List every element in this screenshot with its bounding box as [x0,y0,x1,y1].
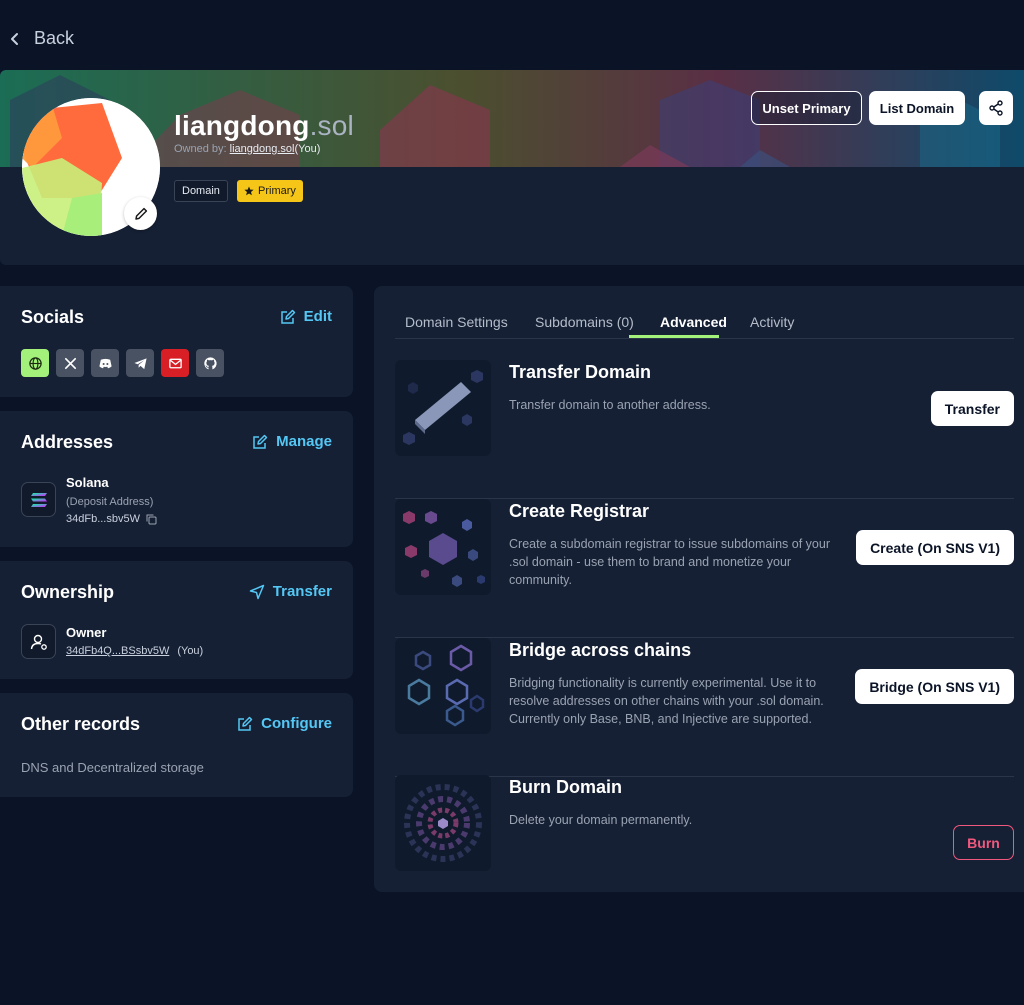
addresses-card: Addresses Manage Solana (Deposit Address… [0,411,353,547]
send-icon [249,584,265,599]
transfer-domain-description: Transfer domain to another address. [509,398,711,412]
back-button[interactable]: Back [8,28,74,49]
other-records-description: DNS and Decentralized storage [21,760,204,775]
domain-name: liangdong [174,110,310,141]
tab-activity[interactable]: Activity [750,314,794,330]
owned-by-you: (You) [294,143,321,155]
pencil-icon [134,207,147,220]
burn-domain-title: Burn Domain [509,777,623,797]
domain-tag: Domain [174,180,228,202]
create-registrar-title: Create Registrar [509,501,650,521]
owned-by: Owned by: liangdong.sol(You) [174,143,320,155]
back-label: Back [34,28,75,48]
ownership-title: Ownership [21,582,115,602]
owner-link[interactable]: liangdong.sol [230,143,295,155]
socials-edit-button[interactable]: Edit [280,308,332,325]
other-records-configure-button[interactable]: Configure [237,715,332,732]
owner-role: Owner [66,625,107,640]
github-link[interactable] [196,349,224,377]
star-icon [244,186,254,196]
ownership-card: Ownership Transfer Owner 34dFb4Q...BSsbv… [0,561,353,679]
edit-icon [238,716,253,731]
address-label: (Deposit Address) [66,496,154,508]
registrar-illustration [395,499,491,595]
primary-tag: Primary [237,180,303,202]
discord-link[interactable] [91,349,119,377]
addresses-title: Addresses [21,432,114,452]
edit-avatar-button[interactable] [124,197,157,230]
addresses-manage-label: Manage [276,433,332,450]
email-link[interactable] [161,349,189,377]
socials-card: Socials Edit [0,286,353,397]
tab-advanced[interactable]: Advanced [660,314,727,330]
x-icon [64,357,76,369]
x-link[interactable] [56,349,84,377]
domain-tag-label: Domain [182,185,220,197]
domain-tld: .sol [309,110,354,141]
domain-settings-panel: Domain Settings Subdomains (0) Advanced … [374,286,1024,892]
other-records-configure-label: Configure [261,715,332,732]
chevron-left-icon [11,32,18,45]
github-icon [203,356,217,369]
owner-address-row: 34dFb4Q...BSsbv5W (You) [66,645,203,657]
transfer-illustration [395,360,491,456]
email-icon [168,358,182,368]
telegram-link[interactable] [126,349,154,377]
discord-icon [98,358,112,368]
solana-icon [21,482,56,517]
bridge-description: Bridging functionality is currently expe… [509,676,824,726]
address-text: 34dFb...sbv5W [66,513,140,525]
socials-edit-label: Edit [303,308,332,325]
active-tab-indicator [629,335,719,338]
domain-title: liangdong.sol [174,110,354,142]
bridge-illustration [395,638,491,734]
tab-domain-settings[interactable]: Domain Settings [405,314,508,330]
share-icon [989,100,1003,116]
create-registrar-description: Create a subdomain registrar to issue su… [509,537,830,587]
list-domain-button[interactable]: List Domain [869,91,965,125]
owner-icon [21,624,56,659]
transfer-domain-section: Transfer Domain Transfer domain to anoth… [395,360,1014,499]
other-records-card: Other records Configure DNS and Decentra… [0,693,353,797]
bridge-section: Bridge across chains Bridging functional… [395,638,1014,777]
ownership-transfer-label: Transfer [272,583,332,600]
burn-domain-section: Burn Domain Delete your domain permanent… [395,775,1014,914]
burn-domain-button[interactable]: Burn [953,825,1014,860]
website-link[interactable] [21,349,49,377]
telegram-icon [133,357,147,369]
tab-subdomains[interactable]: Subdomains (0) [535,314,634,330]
address-value: 34dFb...sbv5W [66,513,157,525]
social-links [21,349,224,377]
unset-primary-button[interactable]: Unset Primary [751,91,862,125]
socials-title: Socials [21,307,85,327]
bridge-title: Bridge across chains [509,640,692,660]
other-records-title: Other records [21,714,141,734]
owned-by-prefix: Owned by: [174,143,227,155]
owner-you: (You) [177,645,204,657]
primary-tag-label: Primary [258,185,296,197]
bridge-button[interactable]: Bridge (On SNS V1) [855,669,1014,704]
edit-icon [280,309,295,324]
owner-address[interactable]: 34dFb4Q...BSsbv5W [66,645,169,657]
globe-icon [28,356,42,370]
edit-icon [253,434,268,449]
transfer-domain-button[interactable]: Transfer [930,391,1014,426]
transfer-domain-title: Transfer Domain [509,362,652,382]
ownership-transfer-button[interactable]: Transfer [249,583,332,600]
address-chain: Solana [66,475,109,490]
copy-icon[interactable] [146,514,157,525]
burn-domain-description: Delete your domain permanently. [509,813,693,827]
share-button[interactable] [979,91,1013,125]
create-registrar-button[interactable]: Create (On SNS V1) [856,530,1014,565]
create-registrar-section: Create Registrar Create a subdomain regi… [395,499,1014,638]
burn-illustration [395,775,491,871]
addresses-manage-button[interactable]: Manage [252,433,332,450]
